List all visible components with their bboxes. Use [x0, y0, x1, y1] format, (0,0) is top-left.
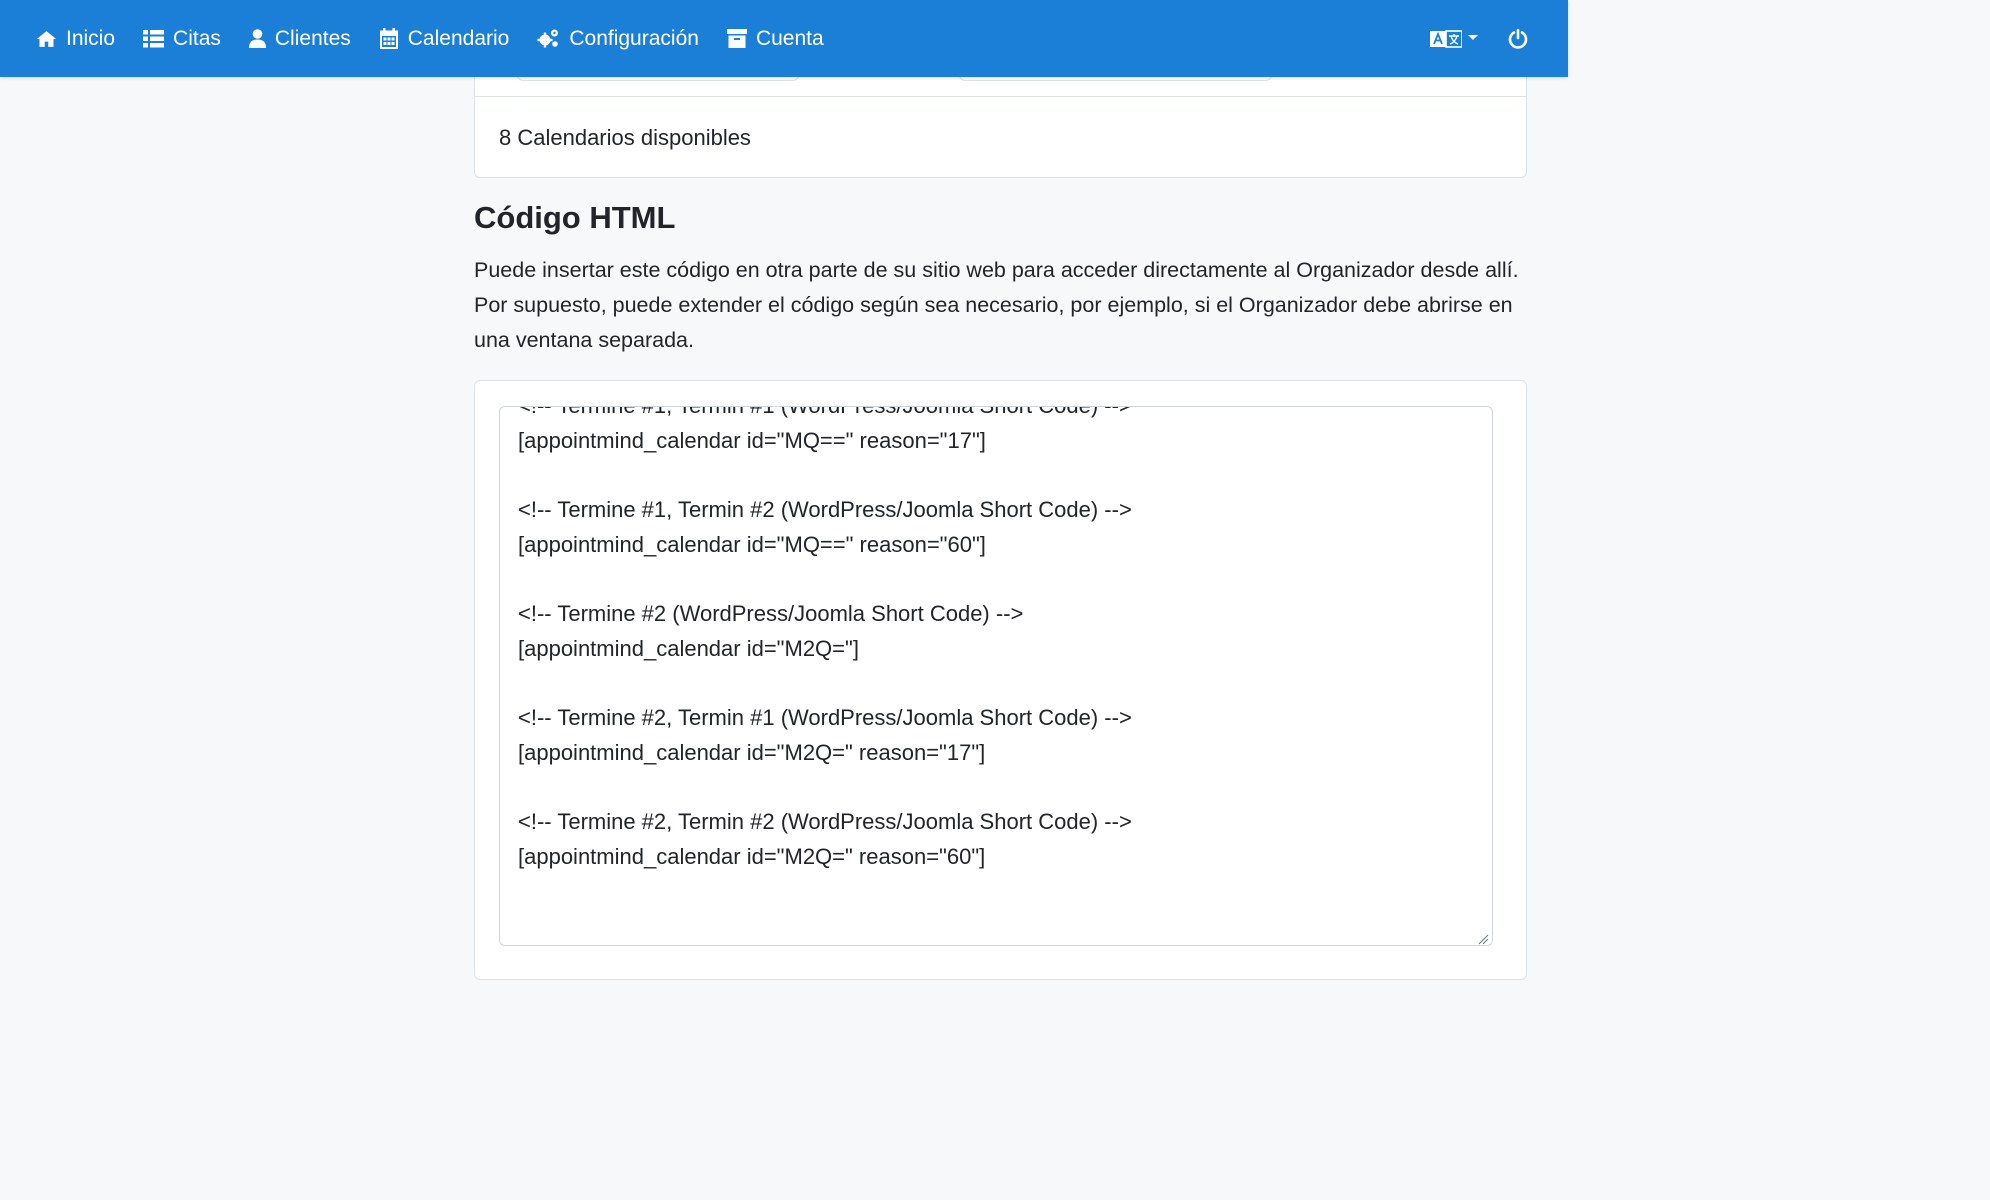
code-line: <!-- Termine #1, Termin #1 (WordPress/Jo… — [518, 407, 1474, 424]
code-line: <!-- Termine #2, Termin #2 (WordPress/Jo… — [518, 809, 1132, 835]
home-icon — [36, 30, 57, 47]
list-icon — [143, 29, 165, 47]
user-icon — [248, 29, 266, 48]
nav-label: Inicio — [66, 26, 116, 50]
nav-item-configuracion[interactable]: Configuración — [537, 19, 699, 59]
card-divider — [475, 96, 1526, 97]
calendar-icon — [379, 28, 398, 49]
resize-handle-icon[interactable] — [1477, 933, 1489, 945]
code-line: [appointmind_calendar id="M2Q="] — [518, 635, 859, 661]
nav-label: Configuración — [569, 26, 699, 50]
top-navbar: Inicio Citas Clientes Calendario Configu… — [0, 0, 1568, 77]
nav-label: Cuenta — [755, 26, 824, 50]
logout-button[interactable] — [1508, 28, 1528, 49]
code-line: [appointmind_calendar id="MQ==" reason="… — [518, 427, 986, 453]
code-line: <!-- Termine #2 (WordPress/Joomla Short … — [518, 601, 1024, 627]
nav-item-inicio[interactable]: Inicio — [36, 19, 115, 59]
archive-icon — [726, 29, 747, 48]
html-code-textarea[interactable]: <!-- Termine #1, Termin #1 (WordPress/Jo… — [499, 406, 1493, 946]
section-title: Código HTML — [474, 200, 676, 235]
code-line: [appointmind_calendar id="M2Q=" reason="… — [518, 843, 986, 869]
code-content: <!-- Termine #1, Termin #1 (WordPress/Jo… — [518, 407, 1474, 875]
translate-icon — [1430, 29, 1462, 48]
html-code-card: <!-- Termine #1, Termin #1 (WordPress/Jo… — [474, 380, 1527, 980]
nav-label: Calendario — [407, 26, 510, 50]
section-description: Puede insertar este código en otra parte… — [474, 258, 1519, 352]
nav-label: Citas — [173, 26, 221, 50]
code-line: [appointmind_calendar id="MQ==" reason="… — [518, 531, 986, 557]
nav-item-calendario[interactable]: Calendario — [379, 19, 510, 59]
power-icon — [1508, 28, 1528, 49]
nav-item-cuenta[interactable]: Cuenta — [726, 19, 824, 59]
nav-item-clientes[interactable]: Clientes — [248, 19, 351, 59]
nav-label: Clientes — [274, 26, 351, 50]
cogs-icon — [537, 29, 559, 48]
language-dropdown[interactable] — [1430, 29, 1478, 48]
code-line: <!-- Termine #2, Termin #1 (WordPress/Jo… — [518, 705, 1132, 731]
code-line: <!-- Termine #1, Termin #2 (WordPress/Jo… — [518, 497, 1132, 523]
chevron-down-icon — [1468, 35, 1478, 40]
nav-item-citas[interactable]: Citas — [143, 19, 221, 59]
calendars-count: 8 Calendarios disponibles — [499, 125, 751, 150]
nav-right-tools — [1430, 0, 1528, 77]
code-line: [appointmind_calendar id="M2Q=" reason="… — [518, 739, 986, 765]
